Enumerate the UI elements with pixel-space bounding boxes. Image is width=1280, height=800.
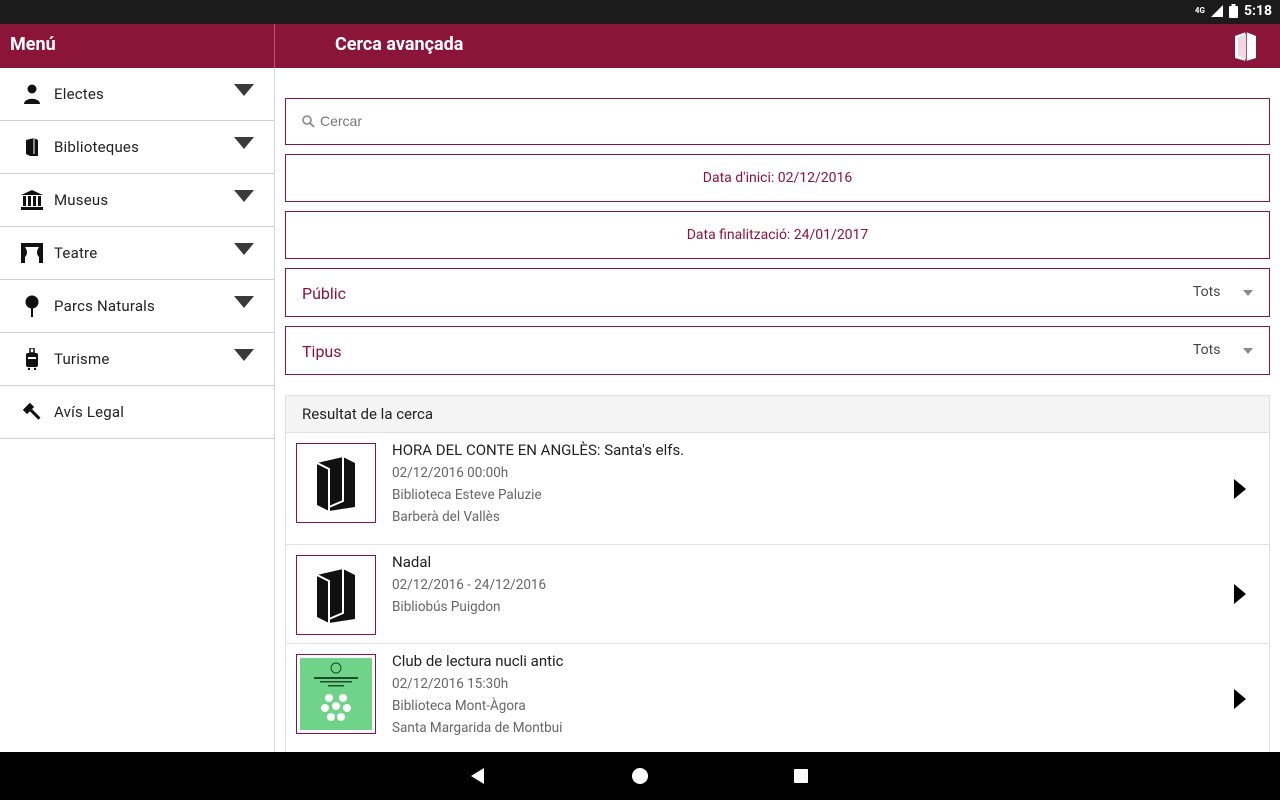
chevron-down-icon[interactable]	[234, 349, 254, 361]
person-icon	[20, 82, 44, 106]
gavel-icon	[20, 400, 44, 424]
system-navigation-bar	[0, 752, 1280, 800]
sidebar-item-electes[interactable]: Electes	[0, 68, 274, 121]
result-date: 02/12/2016 00:00h	[392, 465, 509, 481]
luggage-icon	[20, 347, 44, 371]
tree-icon	[20, 294, 44, 318]
type-label: Tipus	[302, 342, 342, 361]
toolbar-divider	[274, 24, 275, 68]
play-arrow-icon[interactable]	[1234, 584, 1246, 604]
end-date-label: Data finalització: 24/01/2017	[686, 227, 869, 243]
sidebar-item-museus[interactable]: Museus	[0, 174, 274, 227]
network-type: 4G	[1194, 6, 1205, 15]
dropdown-arrow-icon	[1243, 348, 1253, 354]
public-value: Tots	[1193, 284, 1221, 300]
search-box[interactable]	[285, 98, 1270, 145]
result-item[interactable]: Nadal 02/12/2016 - 24/12/2016 Bibliobús …	[286, 545, 1269, 644]
public-label: Públic	[302, 284, 347, 303]
sidebar-item-label: Museus	[54, 191, 109, 209]
sidebar-menu: Electes Biblioteques Museus Teatre Parcs…	[0, 68, 275, 752]
theater-icon	[20, 241, 44, 265]
sidebar-item-parcs-naturals[interactable]: Parcs Naturals	[0, 280, 274, 333]
sidebar-item-label: Avís Legal	[54, 403, 125, 421]
result-city: Barberà del Vallès	[392, 509, 500, 525]
end-date-button[interactable]: Data finalització: 24/01/2017	[285, 211, 1270, 259]
play-arrow-icon[interactable]	[1234, 689, 1246, 709]
book-icon	[296, 443, 376, 523]
search-results: Resultat de la cerca HORA DEL CONTE EN A…	[285, 395, 1270, 752]
result-city: Santa Margarida de Montbui	[392, 720, 563, 736]
sidebar-item-label: Parcs Naturals	[54, 297, 155, 315]
result-item[interactable]: HORA DEL CONTE EN ANGLÈS: Santa's elfs. …	[286, 433, 1269, 545]
home-icon[interactable]	[632, 768, 648, 784]
result-title: HORA DEL CONTE EN ANGLÈS: Santa's elfs.	[392, 441, 685, 459]
start-date-label: Data d'inici: 02/12/2016	[702, 170, 853, 186]
sidebar-item-teatre[interactable]: Teatre	[0, 227, 274, 280]
page-title: Cerca avançada	[335, 34, 464, 55]
public-select[interactable]: Públic Tots	[285, 268, 1270, 317]
result-title: Club de lectura nucli antic	[392, 652, 564, 670]
result-date: 02/12/2016 - 24/12/2016	[392, 577, 547, 593]
sidebar-item-label: Teatre	[54, 244, 98, 262]
dropdown-arrow-icon	[1243, 290, 1253, 296]
result-venue: Bibliobús Puigdon	[392, 599, 501, 615]
chevron-down-icon[interactable]	[234, 243, 254, 255]
chevron-down-icon[interactable]	[234, 137, 254, 149]
result-title: Nadal	[392, 553, 432, 571]
chevron-down-icon[interactable]	[234, 296, 254, 308]
poster-image	[296, 654, 376, 734]
chevron-down-icon[interactable]	[234, 190, 254, 202]
menu-title: Menú	[10, 34, 56, 55]
result-venue: Biblioteca Mont-Àgora	[392, 698, 526, 714]
sidebar-item-avis-legal[interactable]: Avís Legal	[0, 386, 274, 439]
back-icon[interactable]	[471, 768, 484, 784]
result-date: 02/12/2016 15:30h	[392, 676, 509, 692]
chevron-down-icon[interactable]	[234, 84, 254, 96]
sidebar-item-biblioteques[interactable]: Biblioteques	[0, 121, 274, 174]
sidebar-item-label: Turisme	[54, 350, 110, 368]
advanced-search-panel: Data d'inici: 02/12/2016 Data finalitzac…	[275, 68, 1280, 752]
start-date-button[interactable]: Data d'inici: 02/12/2016	[285, 154, 1270, 202]
sidebar-item-turisme[interactable]: Turisme	[0, 333, 274, 386]
app-toolbar: Menú Cerca avançada	[0, 24, 1280, 68]
battery-icon	[1228, 4, 1238, 18]
status-bar: 4G 5:18	[0, 0, 1280, 24]
book-icon[interactable]	[1232, 30, 1260, 62]
clock: 5:18	[1243, 3, 1272, 19]
book-icon	[296, 555, 376, 635]
search-icon	[302, 115, 315, 128]
type-value: Tots	[1193, 342, 1221, 358]
sidebar-item-label: Biblioteques	[54, 138, 140, 156]
result-venue: Biblioteca Esteve Paluzie	[392, 487, 542, 503]
search-input[interactable]	[320, 113, 1220, 129]
result-item[interactable]: Club de lectura nucli antic 02/12/2016 1…	[286, 644, 1269, 752]
results-header: Resultat de la cerca	[286, 396, 1269, 433]
museum-icon	[20, 188, 44, 212]
recent-apps-icon[interactable]	[794, 769, 808, 783]
book-icon	[20, 135, 44, 159]
play-arrow-icon[interactable]	[1234, 479, 1246, 499]
signal-icon	[1210, 5, 1223, 17]
sidebar-item-label: Electes	[54, 85, 104, 103]
type-select[interactable]: Tipus Tots	[285, 326, 1270, 375]
